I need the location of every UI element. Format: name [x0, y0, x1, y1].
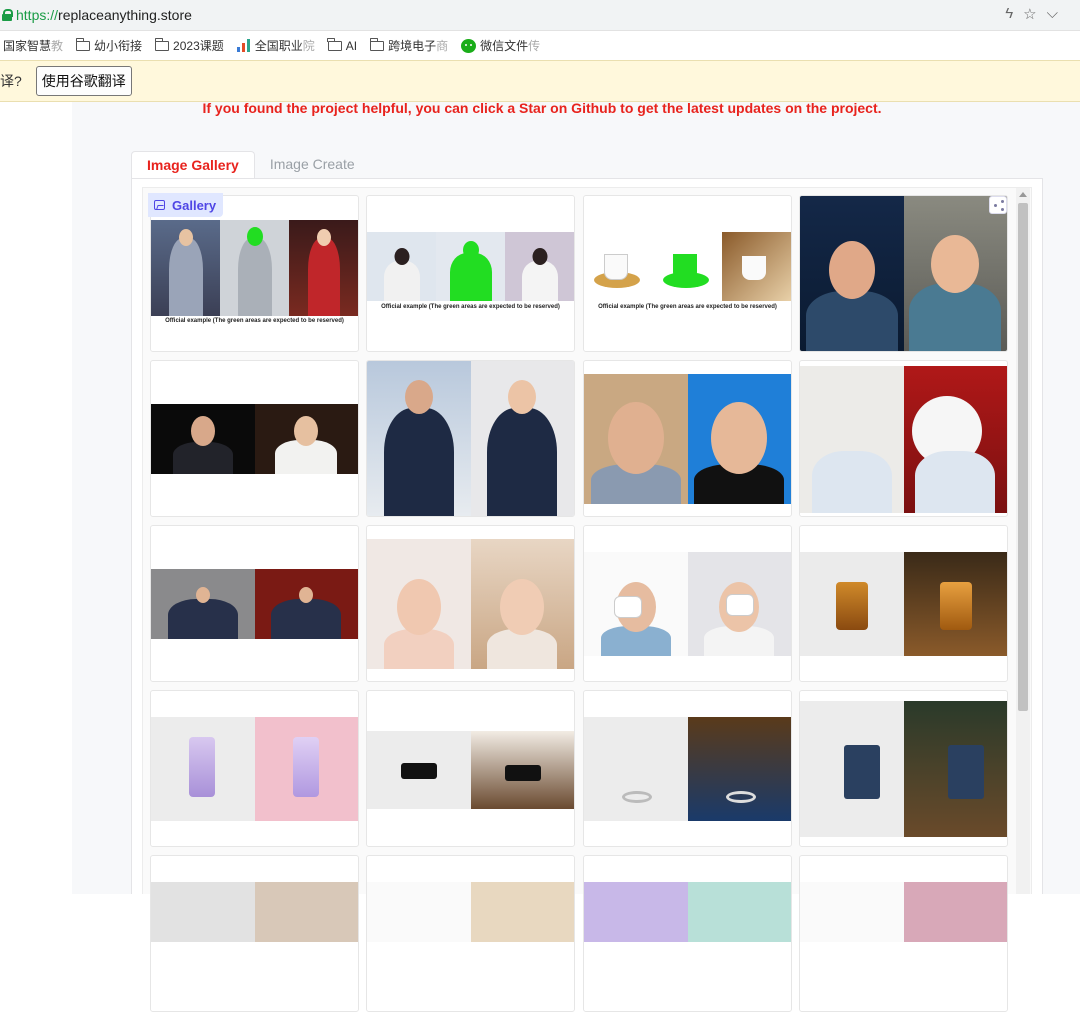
- bookmark-3[interactable]: 全国职业院: [236, 37, 315, 54]
- address-bar[interactable]: https://replaceanything.store ϟ ☆ ⌵: [0, 0, 1080, 31]
- tab-bar: Image Gallery Image Create: [131, 151, 370, 179]
- bookmark-4[interactable]: AI: [327, 37, 357, 53]
- github-star-notice: If you found the project helpful, you ca…: [202, 100, 882, 116]
- gallery-scrollbar[interactable]: [1016, 188, 1030, 894]
- google-translate-button[interactable]: 使用谷歌翻译: [35, 66, 132, 96]
- gallery-item-17[interactable]: [150, 855, 359, 1012]
- tab-image-gallery[interactable]: Image Gallery: [131, 151, 255, 179]
- lightning-icon[interactable]: ϟ: [1005, 5, 1013, 23]
- folder-icon: [369, 37, 385, 51]
- gallery-item-19[interactable]: [583, 855, 792, 1012]
- gallery-item-11[interactable]: [583, 525, 792, 682]
- gallery-item-6[interactable]: [366, 360, 575, 517]
- official-caption: Official example (The green areas are ex…: [598, 304, 777, 310]
- bookmark-0[interactable]: 国家智慧教: [3, 37, 63, 54]
- share-icon[interactable]: [989, 196, 1007, 214]
- gallery-item-5[interactable]: [150, 360, 359, 517]
- gallery-item-16[interactable]: [799, 690, 1008, 847]
- bookmark-6[interactable]: 微信文件传: [461, 37, 540, 54]
- scroll-up-arrow-icon[interactable]: [1019, 192, 1027, 197]
- folder-icon: [327, 37, 342, 51]
- gallery-item-14[interactable]: [366, 690, 575, 847]
- url-text[interactable]: https://replaceanything.store: [16, 7, 192, 23]
- translate-question: 译?: [0, 73, 22, 89]
- gallery-item-13[interactable]: [150, 690, 359, 847]
- gallery-item-2[interactable]: Official example (The green areas are ex…: [366, 195, 575, 352]
- bookmarks-bar: 国家智慧教 幼小衔接 2023课题 全国职业院 AI 跨境电子商 微信文件传: [0, 31, 1080, 60]
- gallery-item-20[interactable]: [799, 855, 1008, 1012]
- gallery-item-8[interactable]: [799, 360, 1008, 517]
- star-icon[interactable]: ☆: [1023, 5, 1036, 23]
- gallery-item-18[interactable]: [366, 855, 575, 1012]
- gallery-item-12[interactable]: [799, 525, 1008, 682]
- bookmark-1[interactable]: 幼小衔接: [75, 37, 142, 54]
- official-caption: Official example (The green areas are ex…: [381, 304, 560, 310]
- gallery-item-9[interactable]: [150, 525, 359, 682]
- bookmark-2[interactable]: 2023课题: [154, 37, 224, 54]
- folder-icon: [75, 37, 91, 51]
- gallery-label: Gallery: [148, 193, 224, 217]
- scroll-thumb[interactable]: [1018, 203, 1028, 711]
- lock-icon: [2, 9, 13, 21]
- gallery-item-3[interactable]: Official example (The green areas are ex…: [583, 195, 792, 352]
- folder-icon: [154, 37, 170, 51]
- gallery-item-7[interactable]: [583, 360, 792, 517]
- bookmark-5[interactable]: 跨境电子商: [369, 37, 448, 54]
- image-icon: [154, 200, 165, 210]
- official-caption: Official example (The green areas are ex…: [165, 318, 344, 324]
- gallery-item-4[interactable]: [799, 195, 1008, 352]
- wechat-icon: [461, 38, 477, 53]
- gallery-item-15[interactable]: [583, 690, 792, 847]
- tab-image-create[interactable]: Image Create: [255, 151, 370, 179]
- chart-icon: [236, 39, 251, 52]
- gallery-item-10[interactable]: [366, 525, 575, 682]
- gallery-item-1[interactable]: Official example (The green areas are ex…: [150, 195, 359, 352]
- translate-bar: 译? 使用谷歌翻译: [0, 60, 1080, 102]
- chevron-down-icon[interactable]: ⌵: [1047, 5, 1058, 23]
